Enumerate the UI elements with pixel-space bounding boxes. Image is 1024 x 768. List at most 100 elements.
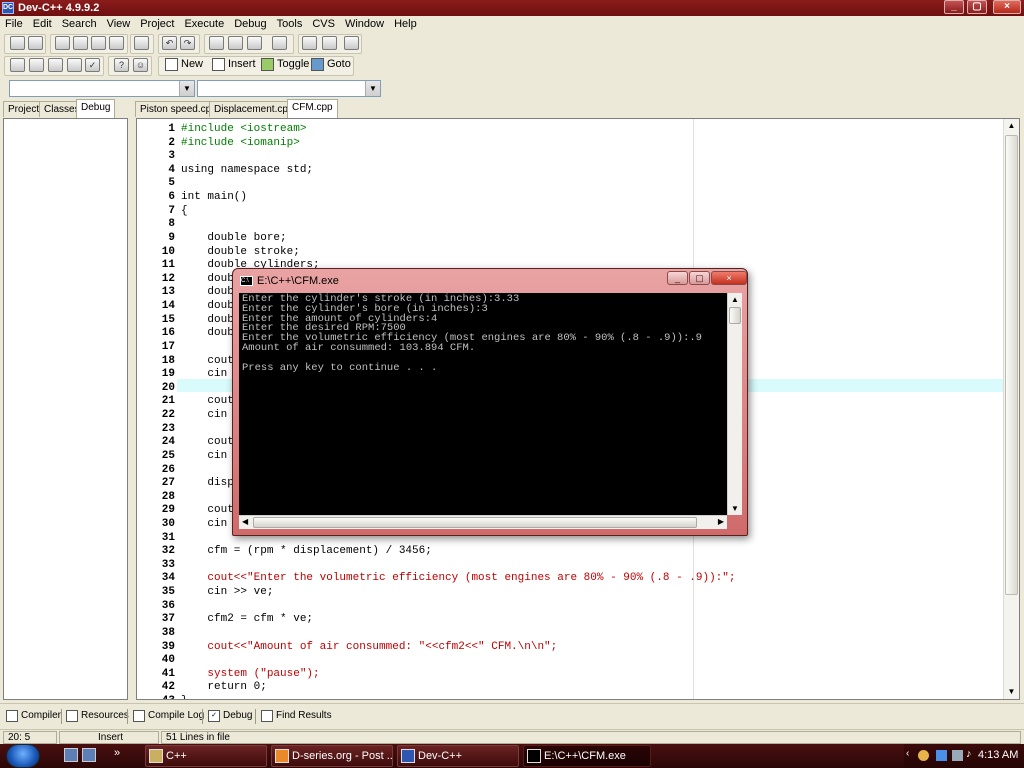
menu-project[interactable]: Project bbox=[135, 16, 179, 31]
code-line[interactable]: 43} bbox=[137, 694, 188, 699]
console-scroll-thumb[interactable] bbox=[729, 307, 741, 324]
tab-cfm[interactable]: CFM.cpp bbox=[287, 99, 338, 118]
tab-resources[interactable]: Resources bbox=[64, 708, 132, 725]
chevron-down-icon[interactable]: ▼ bbox=[365, 81, 380, 96]
code-line[interactable]: 2 #include <iomanip> bbox=[137, 136, 299, 150]
new-class-button[interactable]: New bbox=[163, 57, 206, 73]
code-line[interactable]: 26 bbox=[137, 463, 181, 477]
taskbar-button-cpp-folder[interactable]: C++ bbox=[145, 745, 267, 767]
minimize-button[interactable]: _ bbox=[944, 0, 964, 14]
toggle-bookmark-button[interactable]: Toggle bbox=[259, 57, 312, 73]
tab-project[interactable]: Project bbox=[3, 101, 45, 117]
about-icon[interactable]: ☺ bbox=[133, 58, 148, 72]
chevron-down-icon[interactable]: ▼ bbox=[179, 81, 194, 96]
open-project-icon[interactable] bbox=[28, 36, 43, 50]
member-selector[interactable]: ▼ bbox=[197, 80, 381, 97]
code-line[interactable]: 35 cin >> ve; bbox=[137, 585, 274, 599]
menu-view[interactable]: View bbox=[102, 16, 136, 31]
goto-line-icon[interactable] bbox=[272, 36, 287, 50]
code-line[interactable]: 36 bbox=[137, 599, 181, 613]
code-line[interactable]: 29 cout bbox=[137, 503, 234, 517]
menu-file[interactable]: File bbox=[0, 16, 28, 31]
find-icon[interactable] bbox=[209, 36, 224, 50]
code-line[interactable]: 37 cfm2 = cfm * ve; bbox=[137, 612, 313, 626]
console-maximize-button[interactable]: ▢ bbox=[689, 271, 710, 285]
taskbar-button-devcpp[interactable]: Dev-C++ bbox=[397, 745, 519, 767]
forward-icon[interactable] bbox=[322, 36, 337, 50]
code-line[interactable]: 18 cout bbox=[137, 354, 234, 368]
close-button[interactable]: × bbox=[993, 0, 1021, 14]
code-line[interactable]: 33 bbox=[137, 558, 181, 572]
code-line[interactable]: 15 doub bbox=[137, 313, 234, 327]
save-icon[interactable] bbox=[73, 36, 88, 50]
code-line[interactable]: 27 disp bbox=[137, 476, 234, 490]
new-file-icon[interactable] bbox=[55, 36, 70, 50]
console-output[interactable]: Enter the cylinder's stroke (in inches):… bbox=[239, 293, 727, 515]
console-vertical-scrollbar[interactable]: ▲ ▼ bbox=[727, 293, 742, 515]
code-line[interactable]: 39 cout<<"Amount of air consummed: "<<cf… bbox=[137, 640, 557, 654]
print-icon[interactable] bbox=[134, 36, 149, 50]
code-line[interactable]: 40 bbox=[137, 653, 181, 667]
class-selector[interactable]: ▼ bbox=[9, 80, 195, 97]
code-line[interactable]: 42 return 0; bbox=[137, 680, 267, 694]
editor-vertical-scrollbar[interactable]: ▲ ▼ bbox=[1003, 119, 1019, 699]
tab-displacement[interactable]: Displacement.cpp bbox=[209, 101, 299, 117]
clock[interactable]: 4:13 AM bbox=[978, 749, 1018, 761]
code-line[interactable]: 8 bbox=[137, 217, 181, 231]
save-all-icon[interactable] bbox=[91, 36, 106, 50]
code-line[interactable]: 1 #include <iostream> bbox=[137, 122, 306, 136]
menu-window[interactable]: Window bbox=[340, 16, 389, 31]
more-quicklaunch-icon[interactable]: » bbox=[114, 747, 120, 759]
code-line[interactable]: 30 cin bbox=[137, 517, 227, 531]
code-line[interactable]: 9 double bore; bbox=[137, 231, 286, 245]
undo-icon[interactable]: ↶ bbox=[162, 36, 177, 50]
code-line[interactable]: 4 using namespace std; bbox=[137, 163, 313, 177]
taskbar-button-console[interactable]: E:\C++\CFM.exe bbox=[523, 745, 651, 767]
menu-cvs[interactable]: CVS bbox=[307, 16, 340, 31]
tray-monitor-icon[interactable] bbox=[952, 750, 963, 761]
code-line[interactable]: 23 bbox=[137, 422, 181, 436]
debug-pane[interactable] bbox=[3, 118, 128, 700]
new-project-icon[interactable] bbox=[10, 36, 25, 50]
find-next-icon[interactable] bbox=[247, 36, 262, 50]
code-line[interactable]: 7{ bbox=[137, 204, 187, 218]
rebuild-icon[interactable] bbox=[67, 58, 82, 72]
console-horizontal-scrollbar[interactable]: ◀ ▶ bbox=[239, 515, 727, 529]
scroll-left-icon[interactable]: ◀ bbox=[242, 517, 248, 526]
code-line[interactable]: 20 bbox=[137, 381, 181, 395]
code-line[interactable]: 19 cin bbox=[137, 367, 227, 381]
help-icon[interactable]: ? bbox=[114, 58, 129, 72]
start-button[interactable] bbox=[6, 744, 40, 768]
code-line[interactable]: 28 bbox=[137, 490, 181, 504]
back-icon[interactable] bbox=[302, 36, 317, 50]
console-close-button[interactable]: × bbox=[711, 271, 747, 285]
compile-run-icon[interactable] bbox=[48, 58, 63, 72]
scroll-thumb[interactable] bbox=[1005, 135, 1018, 595]
tab-find-results[interactable]: Find Results bbox=[259, 708, 335, 725]
tray-volume-icon[interactable]: ♪ bbox=[966, 748, 972, 760]
code-line[interactable]: 24 cout bbox=[137, 435, 234, 449]
goto-bookmark-button[interactable]: Goto bbox=[309, 57, 354, 73]
code-line[interactable]: 6 int main() bbox=[137, 190, 247, 204]
maximize-button[interactable]: ▢ bbox=[967, 0, 987, 14]
switch-windows-icon[interactable] bbox=[82, 748, 96, 762]
code-line[interactable]: 12 doub bbox=[137, 272, 234, 286]
console-hscroll-thumb[interactable] bbox=[253, 517, 697, 528]
insert-button[interactable]: Insert bbox=[210, 57, 259, 73]
code-line[interactable]: 25 cin bbox=[137, 449, 227, 463]
taskbar-button-firefox[interactable]: D-series.org - Post ... bbox=[271, 745, 393, 767]
remove-icon[interactable] bbox=[344, 36, 359, 50]
tab-debug-bottom[interactable]: ✓ Debug bbox=[206, 708, 255, 725]
code-line[interactable]: 17 bbox=[137, 340, 181, 354]
tab-compile-log[interactable]: Compile Log bbox=[131, 708, 207, 725]
code-line[interactable]: 38 bbox=[137, 626, 181, 640]
code-line[interactable]: 32 cfm = (rpm * displacement) / 3456; bbox=[137, 544, 432, 558]
code-line[interactable]: 22 cin bbox=[137, 408, 227, 422]
code-line[interactable]: 16 doub bbox=[137, 326, 234, 340]
scroll-down-icon[interactable]: ▼ bbox=[1004, 685, 1019, 699]
scroll-up-icon[interactable]: ▲ bbox=[1004, 119, 1019, 133]
compile-icon[interactable] bbox=[10, 58, 25, 72]
menu-debug[interactable]: Debug bbox=[229, 16, 271, 31]
tray-network-icon[interactable] bbox=[918, 750, 929, 761]
close-file-icon[interactable] bbox=[109, 36, 124, 50]
